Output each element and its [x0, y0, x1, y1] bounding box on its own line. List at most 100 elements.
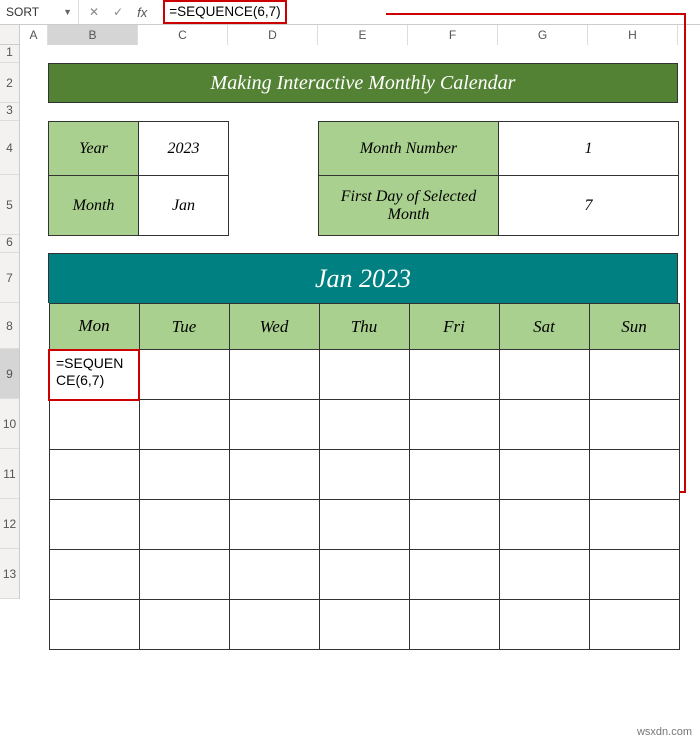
cancel-icon[interactable]: ✕	[89, 5, 99, 19]
firstday-label: First Day of Selected Month	[319, 176, 499, 236]
day-sun: Sun	[589, 304, 679, 350]
row-header-1[interactable]: 1	[0, 45, 19, 63]
spreadsheet-grid: A B C D E F G H 1 2 3 4 5 6 7 8 9 10 11 …	[0, 25, 700, 742]
cell[interactable]	[49, 500, 139, 550]
col-header-F[interactable]: F	[408, 25, 498, 45]
cell[interactable]	[139, 350, 229, 400]
table-row	[49, 450, 679, 500]
monthnum-value[interactable]: 1	[499, 122, 679, 176]
name-box[interactable]: SORT ▼	[0, 0, 78, 24]
col-header-C[interactable]: C	[138, 25, 228, 45]
cell[interactable]	[499, 600, 589, 650]
cell[interactable]	[499, 350, 589, 400]
formula-highlight: =SEQUENCE(6,7)	[163, 0, 286, 24]
day-sat: Sat	[499, 304, 589, 350]
select-all-corner[interactable]	[0, 25, 20, 45]
month-value[interactable]: Jan	[139, 176, 229, 236]
annotation-line	[386, 13, 686, 15]
table-row	[49, 500, 679, 550]
col-header-E[interactable]: E	[318, 25, 408, 45]
col-header-B[interactable]: B	[48, 25, 138, 45]
month-label: Month	[49, 176, 139, 236]
col-header-A[interactable]: A	[20, 25, 48, 45]
row-header-12[interactable]: 12	[0, 499, 19, 549]
table-row	[49, 550, 679, 600]
cell[interactable]	[589, 350, 679, 400]
calendar-title: Jan 2023	[48, 253, 678, 303]
formula-input[interactable]: =SEQUENCE(6,7)	[157, 0, 700, 24]
cell[interactable]	[319, 550, 409, 600]
name-box-value: SORT	[6, 5, 39, 19]
cell[interactable]	[229, 600, 319, 650]
day-mon: Mon	[49, 304, 139, 350]
fx-icon[interactable]: fx	[137, 5, 147, 20]
cell[interactable]	[409, 450, 499, 500]
day-tue: Tue	[139, 304, 229, 350]
cell[interactable]	[409, 550, 499, 600]
firstday-value[interactable]: 7	[499, 176, 679, 236]
confirm-icon[interactable]: ✓	[113, 5, 123, 19]
cell[interactable]	[499, 450, 589, 500]
cell[interactable]	[409, 600, 499, 650]
cell[interactable]	[499, 550, 589, 600]
cell[interactable]	[139, 450, 229, 500]
table-row	[49, 600, 679, 650]
cell[interactable]	[589, 400, 679, 450]
info-table-left: Year 2023 Month Jan	[48, 121, 229, 236]
calendar-table: Mon Tue Wed Thu Fri Sat Sun =SEQUENCE(6,…	[48, 303, 680, 650]
day-thu: Thu	[319, 304, 409, 350]
chevron-down-icon[interactable]: ▼	[63, 7, 72, 17]
row-header-11[interactable]: 11	[0, 449, 19, 499]
watermark: wsxdn.com	[637, 726, 692, 738]
cell[interactable]	[139, 400, 229, 450]
cell[interactable]	[229, 450, 319, 500]
cell[interactable]	[499, 500, 589, 550]
cell[interactable]	[49, 550, 139, 600]
cell[interactable]	[499, 400, 589, 450]
cell[interactable]	[139, 500, 229, 550]
page-title: Making Interactive Monthly Calendar	[48, 63, 678, 103]
cell[interactable]	[49, 450, 139, 500]
row-header-4[interactable]: 4	[0, 121, 19, 175]
cell[interactable]	[319, 400, 409, 450]
row-header-13[interactable]: 13	[0, 549, 19, 599]
cell[interactable]	[229, 350, 319, 400]
cell[interactable]	[589, 600, 679, 650]
cell[interactable]	[589, 450, 679, 500]
row-header-9[interactable]: 9	[0, 349, 19, 399]
row-header-2[interactable]: 2	[0, 63, 19, 103]
row-header-5[interactable]: 5	[0, 175, 19, 235]
cell[interactable]	[319, 600, 409, 650]
cell[interactable]	[319, 350, 409, 400]
row-header-8[interactable]: 8	[0, 303, 19, 349]
cell[interactable]	[319, 500, 409, 550]
cell[interactable]	[319, 450, 409, 500]
monthnum-label: Month Number	[319, 122, 499, 176]
cell[interactable]	[49, 600, 139, 650]
cell[interactable]	[229, 500, 319, 550]
formula-bar-icons: ✕ ✓ fx	[79, 5, 157, 20]
col-header-G[interactable]: G	[498, 25, 588, 45]
row-header-6[interactable]: 6	[0, 235, 19, 253]
row-headers: 1 2 3 4 5 6 7 8 9 10 11 12 13	[0, 45, 20, 599]
cell[interactable]	[229, 400, 319, 450]
col-header-D[interactable]: D	[228, 25, 318, 45]
row-header-7[interactable]: 7	[0, 253, 19, 303]
info-table-right: Month Number 1 First Day of Selected Mon…	[318, 121, 679, 236]
day-fri: Fri	[409, 304, 499, 350]
row-header-3[interactable]: 3	[0, 103, 19, 121]
active-cell-b9[interactable]: =SEQUENCE(6,7)	[49, 350, 139, 400]
cell[interactable]	[589, 550, 679, 600]
year-label: Year	[49, 122, 139, 176]
cell[interactable]	[139, 600, 229, 650]
year-value[interactable]: 2023	[139, 122, 229, 176]
cell[interactable]	[139, 550, 229, 600]
cell[interactable]	[409, 350, 499, 400]
cell[interactable]	[49, 400, 139, 450]
cell[interactable]	[229, 550, 319, 600]
cell[interactable]	[589, 500, 679, 550]
col-header-H[interactable]: H	[588, 25, 678, 45]
row-header-10[interactable]: 10	[0, 399, 19, 449]
cell[interactable]	[409, 500, 499, 550]
cell[interactable]	[409, 400, 499, 450]
